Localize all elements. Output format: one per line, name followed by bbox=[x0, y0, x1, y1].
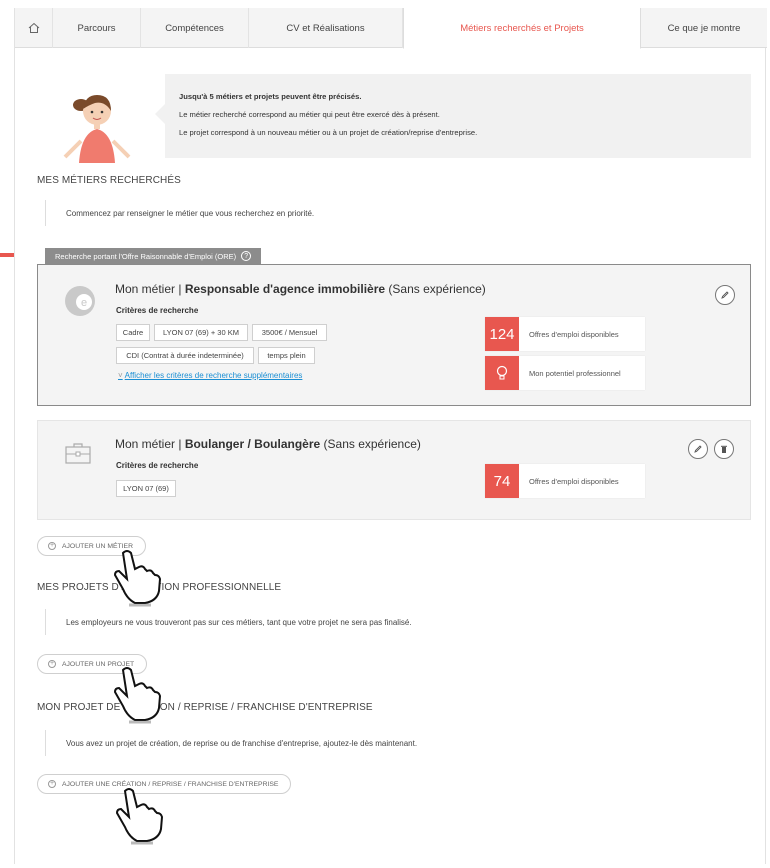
section-title-creation: MON PROJET DE CRÉATION / REPRISE / FRANC… bbox=[37, 702, 373, 713]
criteria-chip: temps plein bbox=[258, 347, 315, 364]
plus-circle-icon: + bbox=[48, 660, 56, 668]
offers-count: 74 bbox=[485, 464, 519, 498]
criteria-chip: 3500€ / Mensuel bbox=[252, 324, 327, 341]
tab-ce-que-je-montre[interactable]: Ce que je montre bbox=[641, 8, 767, 48]
creation-note: Vous avez un projet de création, de repr… bbox=[45, 730, 417, 756]
metiers-note: Commencez par renseigner le métier que v… bbox=[45, 200, 314, 226]
job-card-responsable-agence: e Mon métier | Responsable d'agence immo… bbox=[37, 264, 751, 406]
svg-text:e: e bbox=[81, 297, 87, 309]
delete-button[interactable] bbox=[714, 439, 734, 459]
pencil-icon bbox=[694, 445, 702, 453]
plus-circle-icon: + bbox=[48, 780, 56, 788]
hand-cursor-icon bbox=[115, 788, 164, 845]
offers-label: Offres d'emploi disponibles bbox=[529, 476, 619, 486]
more-criteria-link[interactable]: ˅ Afficher les critères de recherche supp… bbox=[118, 371, 302, 380]
job-title-1: Mon métier | Responsable d'agence immobi… bbox=[115, 282, 486, 296]
tab-competences[interactable]: Compétences bbox=[141, 8, 249, 48]
job-prefix: Mon métier | bbox=[115, 437, 182, 451]
info-line-1: Jusqu'à 5 métiers et projets peuvent êtr… bbox=[179, 92, 362, 101]
criteria-label: Critères de recherche bbox=[116, 306, 199, 315]
advisor-avatar bbox=[63, 95, 131, 163]
projets-note: Les employeurs ne vous trouveront pas su… bbox=[45, 609, 412, 635]
more-criteria-text[interactable]: Afficher les critères de recherche suppl… bbox=[125, 371, 303, 380]
offers-stat-2[interactable]: 74 Offres d'emploi disponibles bbox=[485, 464, 645, 498]
job-experience: (Sans expérience) bbox=[388, 282, 486, 296]
info-box: Jusqu'à 5 métiers et projets peuvent êtr… bbox=[155, 74, 751, 158]
profile-panel: Parcours Compétences CV et Réalisations … bbox=[14, 8, 767, 864]
criteria-chip: LYON 07 (69) bbox=[116, 480, 176, 497]
trash-icon bbox=[721, 445, 727, 453]
job-experience: (Sans expérience) bbox=[323, 437, 421, 451]
job-name: Boulanger / Boulangère bbox=[184, 437, 321, 451]
criteria-chip: CDI (Contrat à durée indeterminée) bbox=[116, 347, 254, 364]
job-card-boulanger: Mon métier | Boulanger / Boulangère (San… bbox=[37, 420, 751, 520]
offers-stat-1[interactable]: 124 Offres d'emploi disponibles bbox=[485, 317, 645, 351]
lightbulb-icon bbox=[485, 356, 519, 390]
briefcase-icon bbox=[65, 443, 91, 464]
job-prefix: Mon métier | bbox=[115, 282, 182, 296]
offers-label: Offres d'emploi disponibles bbox=[529, 329, 619, 339]
hand-cursor-icon bbox=[113, 550, 162, 607]
home-icon bbox=[28, 22, 39, 33]
offers-count: 124 bbox=[485, 317, 519, 351]
pencil-icon bbox=[721, 291, 729, 299]
help-icon[interactable]: ? bbox=[241, 251, 252, 261]
employer-logo-icon: e bbox=[65, 286, 95, 316]
tab-bar: Parcours Compétences CV et Réalisations … bbox=[15, 8, 767, 49]
ore-tab[interactable]: Recherche portant l'Offre Raisonnable d'… bbox=[45, 248, 262, 264]
criteria-chip: Cadre bbox=[116, 324, 150, 341]
info-line-3: Le projet correspond à un nouveau métier… bbox=[179, 128, 478, 137]
potential-stat[interactable]: Mon potentiel professionnel bbox=[485, 356, 645, 390]
tab-home[interactable] bbox=[15, 8, 53, 48]
chevron-down-icon: ˅ bbox=[118, 371, 123, 380]
criteria-chip: LYON 07 (69) + 30 KM bbox=[154, 324, 248, 341]
tab-parcours[interactable]: Parcours bbox=[53, 8, 141, 48]
info-line-2: Le métier recherché correspond au métier… bbox=[179, 110, 440, 119]
job-title-2: Mon métier | Boulanger / Boulangère (San… bbox=[115, 437, 421, 451]
potential-label: Mon potentiel professionnel bbox=[529, 368, 621, 378]
tab-cv-realisations[interactable]: CV et Réalisations bbox=[249, 8, 403, 48]
section-title-metiers: MES MÉTIERS RECHERCHÉS bbox=[37, 175, 181, 186]
edit-button[interactable] bbox=[688, 439, 708, 459]
tab-metiers-projets[interactable]: Métiers recherchés et Projets bbox=[403, 8, 641, 49]
edit-button[interactable] bbox=[715, 285, 735, 305]
criteria-label: Critères de recherche bbox=[116, 461, 199, 470]
job-name: Responsable d'agence immobilière bbox=[184, 282, 386, 296]
plus-circle-icon: + bbox=[48, 542, 56, 550]
hand-cursor-icon bbox=[113, 667, 162, 724]
ore-label: Recherche portant l'Offre Raisonnable d'… bbox=[55, 251, 237, 261]
